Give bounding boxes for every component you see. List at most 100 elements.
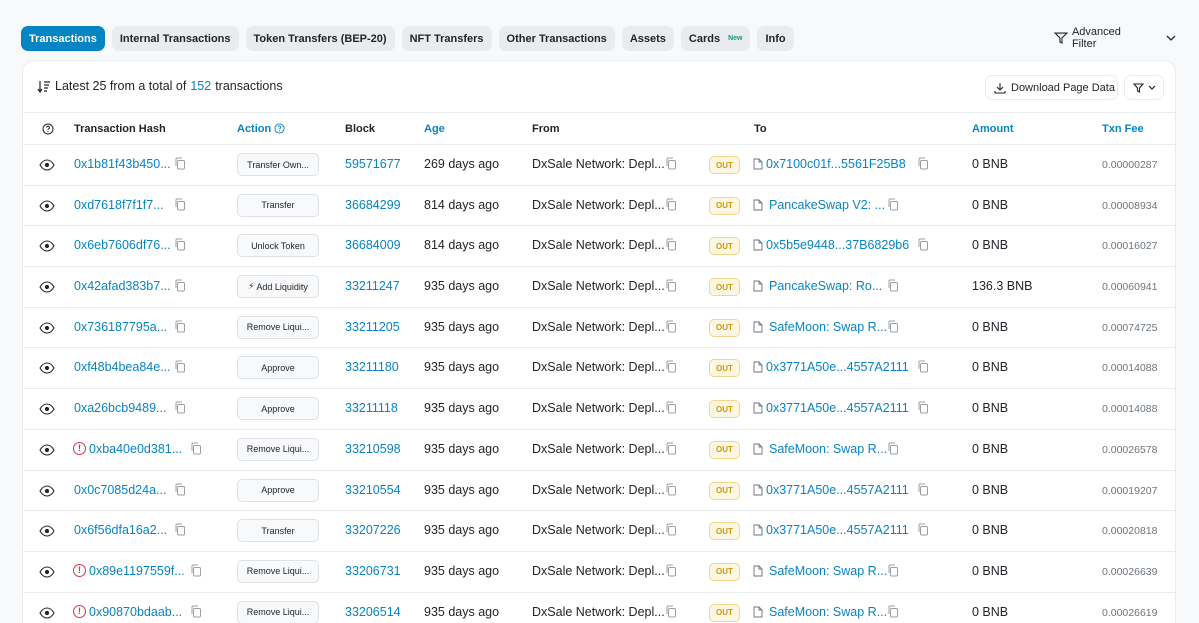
from-address[interactable]: DxSale Network: Depl... xyxy=(532,564,665,578)
help-icon[interactable] xyxy=(42,123,54,135)
eye-icon[interactable] xyxy=(39,362,55,374)
block-link[interactable]: 33206514 xyxy=(345,605,401,619)
block-link[interactable]: 33210554 xyxy=(345,483,401,497)
transaction-hash-link[interactable]: 0xa26bcb9489... xyxy=(74,401,166,415)
from-address[interactable]: DxSale Network: Depl... xyxy=(532,605,665,619)
to-address-link[interactable]: SafeMoon: Swap R... xyxy=(769,320,887,334)
transaction-hash-link[interactable]: 0xf48b4bea84e... xyxy=(74,360,171,374)
to-address-link[interactable]: PancakeSwap: Ro... xyxy=(769,279,882,293)
transaction-hash-link[interactable]: 0xd7618f7f1f7... xyxy=(74,198,164,212)
transaction-hash-link[interactable]: 0x6eb7606df76... xyxy=(74,238,171,252)
block-link[interactable]: 33211205 xyxy=(345,320,400,334)
copy-icon[interactable] xyxy=(665,442,677,455)
tab-token-transfers[interactable]: Token Transfers (BEP-20) xyxy=(245,26,395,51)
transaction-hash-link[interactable]: 0x42afad383b7... xyxy=(74,279,171,293)
block-link[interactable]: 33207226 xyxy=(345,523,401,537)
copy-icon[interactable] xyxy=(887,320,899,333)
copy-icon[interactable] xyxy=(190,564,202,577)
tab-other-transactions[interactable]: Other Transactions xyxy=(498,26,615,51)
advanced-filter-button[interactable]: Advanced Filter xyxy=(1048,26,1176,50)
copy-icon[interactable] xyxy=(665,605,677,618)
transaction-hash-link[interactable]: 0x6f56dfa16a2... xyxy=(74,523,167,537)
block-link[interactable]: 33211247 xyxy=(345,279,400,293)
tab-info[interactable]: Info xyxy=(757,26,794,51)
copy-icon[interactable] xyxy=(174,360,186,373)
eye-icon[interactable] xyxy=(39,444,55,456)
transaction-hash-link[interactable]: 0x736187795a... xyxy=(74,320,167,334)
eye-icon[interactable] xyxy=(39,159,55,171)
tab-internal-transactions[interactable]: Internal Transactions xyxy=(111,26,239,51)
from-address[interactable]: DxSale Network: Depl... xyxy=(532,320,665,334)
copy-icon[interactable] xyxy=(665,483,677,496)
copy-icon[interactable] xyxy=(665,401,677,414)
from-address[interactable]: DxSale Network: Depl... xyxy=(532,157,665,171)
tab-cards[interactable]: Cards New xyxy=(680,26,751,51)
copy-icon[interactable] xyxy=(665,320,677,333)
copy-icon[interactable] xyxy=(190,442,202,455)
to-address-link[interactable]: SafeMoon: Swap R... xyxy=(769,605,887,619)
eye-icon[interactable] xyxy=(39,403,55,415)
from-address[interactable]: DxSale Network: Depl... xyxy=(532,442,665,456)
tab-transactions[interactable]: Transactions xyxy=(21,26,105,51)
from-address[interactable]: DxSale Network: Depl... xyxy=(532,401,665,415)
copy-icon[interactable] xyxy=(887,605,899,618)
copy-icon[interactable] xyxy=(174,523,186,536)
copy-icon[interactable] xyxy=(174,238,186,251)
copy-icon[interactable] xyxy=(665,238,677,251)
block-link[interactable]: 33210598 xyxy=(345,442,401,456)
copy-icon[interactable] xyxy=(917,401,929,414)
copy-icon[interactable] xyxy=(174,320,186,333)
eye-icon[interactable] xyxy=(39,607,55,619)
transaction-hash-link[interactable]: 0xba40e0d381... xyxy=(89,442,182,456)
from-address[interactable]: DxSale Network: Depl... xyxy=(532,523,665,537)
total-count[interactable]: 152 xyxy=(190,79,211,93)
block-link[interactable]: 59571677 xyxy=(345,157,401,171)
to-address-link[interactable]: 0x5b5e9448...37B6829b6 xyxy=(766,238,909,252)
eye-icon[interactable] xyxy=(39,200,55,212)
copy-icon[interactable] xyxy=(887,279,899,292)
copy-icon[interactable] xyxy=(917,157,929,170)
copy-icon[interactable] xyxy=(665,157,677,170)
block-link[interactable]: 33206731 xyxy=(345,564,401,578)
tab-nft-transfers[interactable]: NFT Transfers xyxy=(401,26,492,51)
transaction-hash-link[interactable]: 0x1b81f43b450... xyxy=(74,157,171,171)
block-link[interactable]: 33211118 xyxy=(345,401,398,415)
copy-icon[interactable] xyxy=(917,360,929,373)
eye-icon[interactable] xyxy=(39,322,55,334)
to-address-link[interactable]: 0x3771A50e...4557A2111 xyxy=(766,401,909,415)
from-address[interactable]: DxSale Network: Depl... xyxy=(532,279,665,293)
download-page-data-button[interactable]: Download Page Data xyxy=(985,75,1118,100)
transaction-hash-link[interactable]: 0x0c7085d24a... xyxy=(74,483,166,497)
copy-icon[interactable] xyxy=(665,198,677,211)
copy-icon[interactable] xyxy=(917,523,929,536)
table-filter-button[interactable] xyxy=(1124,75,1164,100)
to-address-link[interactable]: SafeMoon: Swap R... xyxy=(769,442,887,456)
eye-icon[interactable] xyxy=(39,525,55,537)
to-address-link[interactable]: 0x3771A50e...4557A2111 xyxy=(766,483,909,497)
copy-icon[interactable] xyxy=(917,483,929,496)
column-header-age[interactable]: Age xyxy=(424,123,445,135)
eye-icon[interactable] xyxy=(39,281,55,293)
from-address[interactable]: DxSale Network: Depl... xyxy=(532,483,665,497)
from-address[interactable]: DxSale Network: Depl... xyxy=(532,360,665,374)
from-address[interactable]: DxSale Network: Depl... xyxy=(532,238,665,252)
copy-icon[interactable] xyxy=(190,605,202,618)
copy-icon[interactable] xyxy=(174,401,186,414)
column-header-txn-fee[interactable]: Txn Fee xyxy=(1102,123,1144,135)
to-address-link[interactable]: 0x3771A50e...4557A2111 xyxy=(766,360,909,374)
block-link[interactable]: 36684299 xyxy=(345,198,401,212)
tab-assets[interactable]: Assets xyxy=(621,26,674,51)
transaction-hash-link[interactable]: 0x90870bdaab... xyxy=(89,605,182,619)
copy-icon[interactable] xyxy=(887,442,899,455)
copy-icon[interactable] xyxy=(665,523,677,536)
copy-icon[interactable] xyxy=(887,198,899,211)
copy-icon[interactable] xyxy=(917,238,929,251)
eye-icon[interactable] xyxy=(39,240,55,252)
copy-icon[interactable] xyxy=(174,198,186,211)
to-address-link[interactable]: PancakeSwap V2: ... xyxy=(769,198,885,212)
eye-icon[interactable] xyxy=(39,566,55,578)
block-link[interactable]: 36684009 xyxy=(345,238,401,252)
to-address-link[interactable]: 0x3771A50e...4557A2111 xyxy=(766,523,909,537)
block-link[interactable]: 33211180 xyxy=(345,360,399,374)
to-address-link[interactable]: 0x7100c01f...5561F25B8 xyxy=(766,157,906,171)
